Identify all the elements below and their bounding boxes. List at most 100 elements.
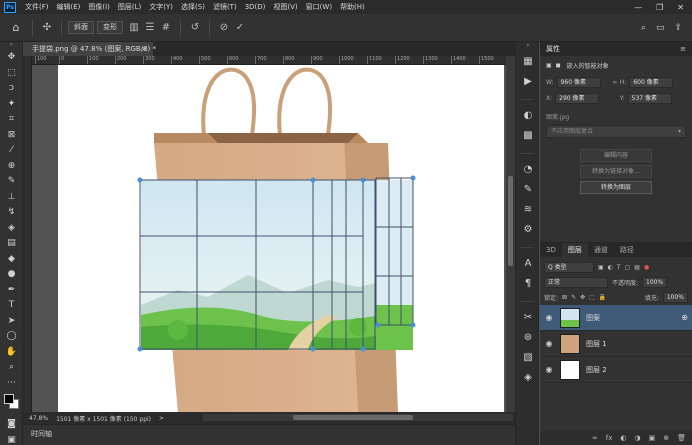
scroll-thumb[interactable] xyxy=(293,415,413,420)
swatches-icon[interactable]: ▩ xyxy=(516,126,540,146)
workspace-icon[interactable]: ▭ xyxy=(656,23,665,33)
opacity-field[interactable]: 100% xyxy=(642,277,668,288)
menu-filter[interactable]: 滤镜(T) xyxy=(209,2,241,12)
vertical-scrollbar[interactable] xyxy=(506,56,515,412)
frame-tool-icon[interactable]: ⊠ xyxy=(0,128,23,144)
menu-view[interactable]: 视图(V) xyxy=(269,2,301,12)
visibility-eye-icon[interactable]: ◉ xyxy=(544,339,554,348)
visibility-eye-icon[interactable]: ◉ xyxy=(544,365,554,374)
gradient-tool-icon[interactable]: ▤ xyxy=(0,236,23,252)
lock-position-icon[interactable]: ✥ xyxy=(580,294,585,301)
brush-tool-icon[interactable]: ✎ xyxy=(0,174,23,190)
close-window-button[interactable]: ✕ xyxy=(677,3,684,12)
fill-field[interactable]: 100% xyxy=(662,292,688,303)
menu-select[interactable]: 选择(S) xyxy=(177,2,209,12)
menu-file[interactable]: 文件(F) xyxy=(21,2,53,12)
crop-tool-icon[interactable]: ⌗ xyxy=(0,112,23,128)
menu-help[interactable]: 帮助(H) xyxy=(336,2,369,12)
add-mask-icon[interactable]: ◐ xyxy=(620,434,626,442)
filter-type-icon[interactable]: T xyxy=(617,264,621,271)
link-layers-icon[interactable]: ∞ xyxy=(592,434,598,442)
layer-name[interactable]: 图层 1 xyxy=(586,339,607,349)
split-horizontal-icon[interactable]: ☰ xyxy=(142,22,158,33)
paragraph-icon[interactable]: ¶ xyxy=(516,274,540,294)
zoom-tool-icon[interactable]: ⌕ xyxy=(0,360,23,376)
filter-adjust-icon[interactable]: ◐ xyxy=(608,264,613,271)
new-adjustment-icon[interactable]: ◑ xyxy=(635,434,641,442)
filter-pixel-icon[interactable]: ▣ xyxy=(598,264,604,271)
filter-toggle-icon[interactable]: ● xyxy=(644,264,649,271)
close-tab-icon[interactable]: × xyxy=(141,42,147,56)
marquee-tool-icon[interactable]: ⬚ xyxy=(0,66,23,82)
layer-name[interactable]: 图案 xyxy=(586,313,600,323)
tab-paths[interactable]: 路径 xyxy=(614,243,640,257)
brush-settings-icon[interactable]: ≋ xyxy=(516,200,540,220)
timeline-label[interactable]: 时间轴 xyxy=(31,430,52,438)
glyphs-icon[interactable]: ▧ xyxy=(516,348,540,368)
x-field[interactable]: 290 像素 xyxy=(555,92,600,104)
adjustments-icon[interactable]: ◔ xyxy=(516,160,540,180)
canvas-area[interactable] xyxy=(32,65,506,412)
menu-3d[interactable]: 3D(D) xyxy=(241,3,270,11)
split-cross-icon[interactable]: # xyxy=(158,22,174,33)
screen-mode-icon[interactable]: ▣ xyxy=(0,433,23,445)
stamp-tool-icon[interactable]: ⊥ xyxy=(0,190,23,206)
brushes-icon[interactable]: ✎ xyxy=(516,180,540,200)
color-icon[interactable]: ◐ xyxy=(516,106,540,126)
shape-tool-icon[interactable]: ◯ xyxy=(0,329,23,345)
lasso-tool-icon[interactable]: ↄ xyxy=(0,81,23,97)
layer-comp-select[interactable]: 不应用图层复合 xyxy=(546,125,686,138)
panel-menu-icon[interactable]: ≡ xyxy=(680,42,692,56)
properties-title[interactable]: 属性 xyxy=(546,42,560,56)
magic-wand-tool-icon[interactable]: ✦ xyxy=(0,97,23,113)
tools-icon[interactable]: ✂ xyxy=(516,308,540,328)
share-icon[interactable]: ⇪ xyxy=(674,23,682,33)
3d-icon[interactable]: ◈ xyxy=(516,368,540,388)
status-menu-arrow[interactable]: > xyxy=(159,415,164,422)
delete-layer-icon[interactable]: 🗑 xyxy=(677,434,686,442)
blend-mode-select[interactable]: 正常 xyxy=(544,277,608,288)
width-field[interactable]: 960 像素 xyxy=(556,76,601,88)
lock-pixels-icon[interactable]: ✎ xyxy=(571,294,576,301)
convert-to-layers-button[interactable]: 转换为图层 xyxy=(580,181,652,194)
y-field[interactable]: 537 像素 xyxy=(627,92,672,104)
menu-layer[interactable]: 图层(L) xyxy=(114,2,145,12)
type-tool-icon[interactable]: T xyxy=(0,298,23,314)
toolbar-collapse-icon[interactable]: » xyxy=(0,42,23,50)
convert-to-linked-button[interactable]: 转换为链接对象... xyxy=(580,165,652,178)
foreground-color-swatch[interactable] xyxy=(4,394,14,404)
tool-presets-icon[interactable]: ⚙ xyxy=(516,220,540,240)
cancel-transform-icon[interactable]: ⊘ xyxy=(216,22,232,33)
document-tab[interactable]: 手提袋.png @ 47.8% (图案, RGB/8) * × xyxy=(23,42,156,56)
add-style-icon[interactable]: fx xyxy=(606,434,613,442)
menu-edit[interactable]: 编辑(E) xyxy=(53,2,85,12)
character-icon[interactable]: A xyxy=(516,254,540,274)
menu-type[interactable]: 文字(Y) xyxy=(145,2,177,12)
scroll-thumb[interactable] xyxy=(508,176,513,266)
dodge-tool-icon[interactable]: ● xyxy=(0,267,23,283)
menu-window[interactable]: 窗口(W) xyxy=(302,2,336,12)
eraser-tool-icon[interactable]: ◈ xyxy=(0,221,23,237)
new-group-icon[interactable]: ▣ xyxy=(649,434,656,442)
path-select-tool-icon[interactable]: ➤ xyxy=(0,314,23,330)
blur-tool-icon[interactable]: ◆ xyxy=(0,252,23,268)
commit-transform-icon[interactable]: ✓ xyxy=(232,22,248,33)
warp-mode-button[interactable]: 变形 xyxy=(97,21,123,34)
transform-tool-icon[interactable]: ✣ xyxy=(39,22,55,33)
maximize-button[interactable]: ❐ xyxy=(656,3,663,12)
horizontal-scrollbar[interactable] xyxy=(203,414,513,421)
bevel-mode-button[interactable]: 斜面 xyxy=(68,21,94,34)
channels-icon[interactable]: ⊛ xyxy=(516,328,540,348)
lock-transparent-icon[interactable]: ⊠ xyxy=(562,294,567,301)
document-canvas[interactable] xyxy=(58,65,504,412)
layer-row-pattern[interactable]: ◉ 图案 ⊕ xyxy=(540,305,692,331)
reset-icon[interactable]: ↺ xyxy=(187,22,203,33)
pen-tool-icon[interactable]: ✒ xyxy=(0,283,23,299)
height-field[interactable]: 600 像素 xyxy=(629,76,674,88)
home-icon[interactable]: ⌂ xyxy=(6,21,26,34)
tab-3d[interactable]: 3D xyxy=(540,243,562,257)
tab-layers[interactable]: 图层 xyxy=(561,243,588,257)
split-vertical-icon[interactable]: ▥ xyxy=(126,22,142,33)
menu-image[interactable]: 图像(I) xyxy=(84,2,114,12)
healing-tool-icon[interactable]: ⊕ xyxy=(0,159,23,175)
